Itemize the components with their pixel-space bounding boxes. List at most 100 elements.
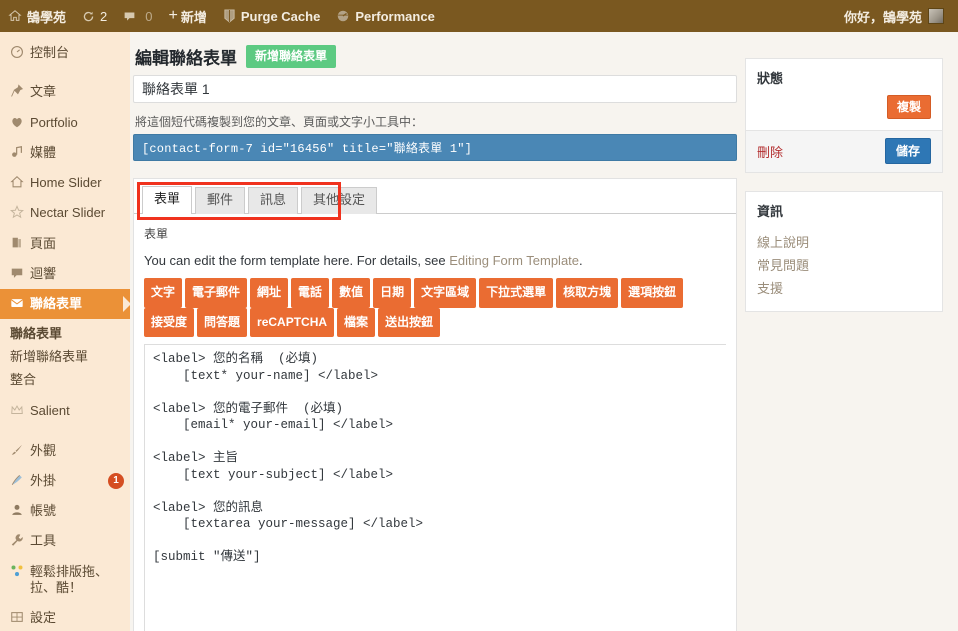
status-box-footer: 刪除 儲存 bbox=[746, 130, 942, 172]
sidebar-item-appearance[interactable]: 外觀 bbox=[0, 436, 130, 466]
sidebar-item-portfolio[interactable]: Portfolio bbox=[0, 108, 130, 138]
adminbar-new-content[interactable]: + 新增 bbox=[160, 0, 214, 32]
copy-button[interactable]: 複製 bbox=[886, 95, 931, 119]
dashboard-icon bbox=[10, 45, 30, 59]
section-label: 表單 bbox=[144, 227, 169, 241]
sidebar-label: 外掛 bbox=[30, 472, 57, 488]
form-template-textarea[interactable]: <label> 您的名稱 (必填) [text* your-name] </la… bbox=[144, 344, 726, 631]
submenu-item-add-new[interactable]: 新增聯絡表單 bbox=[0, 344, 130, 367]
sidebar-item-settings[interactable]: 設定 bbox=[0, 603, 130, 631]
pages-icon bbox=[10, 236, 30, 250]
tab-form[interactable]: 表單 bbox=[142, 186, 193, 214]
adminbar-comments[interactable]: 0 bbox=[115, 0, 160, 32]
tag-button-dropdown[interactable]: 下拉式選單 bbox=[479, 278, 554, 308]
sidebar-label: 帳號 bbox=[30, 503, 57, 518]
tag-button-tel[interactable]: 電話 bbox=[291, 278, 330, 308]
side-panel: 狀態 複製 刪除 儲存 資訊 線上說明 常見問題 支援 bbox=[745, 58, 943, 330]
tag-button-recaptcha[interactable]: reCAPTCHA bbox=[250, 307, 335, 338]
sidebar-label: 媒體 bbox=[30, 144, 57, 160]
wrench-icon bbox=[10, 533, 30, 547]
status-box: 狀態 複製 刪除 儲存 bbox=[745, 58, 943, 173]
user-icon bbox=[10, 503, 30, 517]
tag-button-file[interactable]: 檔案 bbox=[337, 307, 376, 338]
envelope-icon bbox=[10, 296, 30, 310]
shortcode-hint: 將這個短代碼複製到您的文章、頁面或文字小工具中： bbox=[135, 115, 424, 129]
adminbar-my-account[interactable]: 你好，鵠學苑 bbox=[836, 0, 952, 32]
submenu-item-integration[interactable]: 整合 bbox=[0, 367, 130, 390]
tag-button-email[interactable]: 電子郵件 bbox=[185, 278, 248, 308]
shortcode-field[interactable]: [contact-form-7 id="16456" title="聯絡表單 1… bbox=[133, 134, 737, 161]
layout-icon bbox=[10, 564, 30, 578]
admin-sidebar: 控制台 文章 Portfolio 媒體 Home Slider Nectar S… bbox=[0, 32, 130, 631]
sidebar-item-users[interactable]: 帳號 bbox=[0, 496, 130, 526]
content-area: 編輯聯絡表單 新增聯絡表單 將這個短代碼複製到您的文章、頁面或文字小工具中： [… bbox=[130, 32, 958, 631]
adminbar-purge-cache[interactable]: Purge Cache bbox=[215, 0, 328, 32]
editor-tabs: 表單 郵件 訊息 其他設定 bbox=[134, 179, 736, 214]
sidebar-label: Portfolio bbox=[30, 114, 78, 130]
tag-button-url[interactable]: 網址 bbox=[250, 278, 289, 308]
main-panel: 編輯聯絡表單 新增聯絡表單 將這個短代碼複製到您的文章、頁面或文字小工具中： [… bbox=[133, 32, 746, 631]
avatar bbox=[928, 8, 944, 24]
sidebar-submenu: 聯絡表單 新增聯絡表單 整合 bbox=[0, 319, 130, 397]
submenu-item-contact-forms[interactable]: 聯絡表單 bbox=[0, 321, 130, 344]
tag-button-checkbox[interactable]: 核取方塊 bbox=[556, 278, 619, 308]
adminbar-site-name: 鵠學苑 bbox=[27, 9, 67, 25]
gauge-icon bbox=[336, 9, 350, 23]
info-box-links: 線上說明 常見問題 支援 bbox=[746, 228, 942, 311]
form-title-input[interactable] bbox=[133, 75, 737, 103]
form-description-suffix: . bbox=[579, 253, 583, 268]
delete-link[interactable]: 刪除 bbox=[757, 142, 783, 161]
adminbar-comments-count: 0 bbox=[145, 8, 153, 24]
settings-icon bbox=[10, 610, 30, 624]
info-link-docs[interactable]: 線上說明 bbox=[757, 230, 931, 253]
home-icon bbox=[8, 9, 22, 23]
sidebar-item-pages[interactable]: 頁面 bbox=[0, 229, 130, 259]
sidebar-item-home-slider[interactable]: Home Slider bbox=[0, 168, 130, 198]
page-title: 編輯聯絡表單 bbox=[135, 49, 237, 68]
sidebar-item-contact-forms[interactable]: 聯絡表單 bbox=[0, 289, 130, 320]
portfolio-icon bbox=[10, 115, 30, 129]
cache-icon bbox=[223, 9, 236, 23]
save-button[interactable]: 儲存 bbox=[884, 138, 931, 164]
sidebar-item-posts[interactable]: 文章 bbox=[0, 77, 130, 107]
sidebar-item-comments[interactable]: 迴響 bbox=[0, 259, 130, 289]
sidebar-label: 迴響 bbox=[30, 265, 57, 281]
crown-icon bbox=[10, 403, 30, 417]
adminbar-site-link[interactable]: 鵠學苑 bbox=[0, 0, 74, 32]
sidebar-item-salient[interactable]: Salient bbox=[0, 396, 130, 426]
tag-button-textarea[interactable]: 文字區域 bbox=[414, 278, 477, 308]
info-link-faq[interactable]: 常見問題 bbox=[757, 253, 931, 276]
adminbar-performance-label: Performance bbox=[355, 8, 435, 24]
tab-messages[interactable]: 訊息 bbox=[248, 187, 299, 214]
tab-additional-settings[interactable]: 其他設定 bbox=[301, 187, 378, 214]
form-description: You can edit the form template here. For… bbox=[144, 253, 726, 268]
page-title-row: 編輯聯絡表單 新增聯絡表單 bbox=[133, 32, 746, 75]
update-icon bbox=[82, 10, 95, 23]
tab-mail[interactable]: 郵件 bbox=[195, 187, 246, 214]
plugin-icon bbox=[10, 473, 30, 487]
sidebar-label: 頁面 bbox=[30, 235, 57, 251]
add-new-form-button[interactable]: 新增聯絡表單 bbox=[246, 44, 337, 69]
sidebar-label: 輕鬆排版拖、拉、酷！ bbox=[30, 563, 109, 595]
tag-button-text[interactable]: 文字 bbox=[144, 278, 183, 308]
sidebar-item-page-builder[interactable]: 輕鬆排版拖、拉、酷！ bbox=[0, 557, 130, 604]
info-link-support[interactable]: 支援 bbox=[757, 276, 931, 299]
editing-form-template-link[interactable]: Editing Form Template bbox=[449, 253, 579, 268]
tag-button-number[interactable]: 數值 bbox=[332, 278, 371, 308]
status-box-body: 複製 bbox=[746, 95, 942, 130]
sidebar-item-nectar-slider[interactable]: Nectar Slider bbox=[0, 198, 130, 228]
adminbar-updates[interactable]: 2 bbox=[74, 0, 115, 32]
tag-button-acceptance[interactable]: 接受度 bbox=[144, 307, 195, 338]
tag-button-quiz[interactable]: 問答題 bbox=[197, 307, 248, 338]
adminbar-performance[interactable]: Performance bbox=[328, 0, 442, 32]
tag-button-radio[interactable]: 選項按鈕 bbox=[621, 278, 684, 308]
sidebar-item-tools[interactable]: 工具 bbox=[0, 526, 130, 556]
sidebar-item-dashboard[interactable]: 控制台 bbox=[0, 38, 130, 68]
tag-button-date[interactable]: 日期 bbox=[373, 278, 412, 308]
sidebar-item-media[interactable]: 媒體 bbox=[0, 138, 130, 168]
sidebar-label: 外觀 bbox=[30, 442, 57, 458]
comment-icon bbox=[10, 266, 30, 280]
sidebar-item-plugins[interactable]: 外掛 1 bbox=[0, 466, 130, 496]
brush-icon bbox=[10, 443, 30, 457]
tag-button-submit[interactable]: 送出按鈕 bbox=[378, 307, 441, 338]
